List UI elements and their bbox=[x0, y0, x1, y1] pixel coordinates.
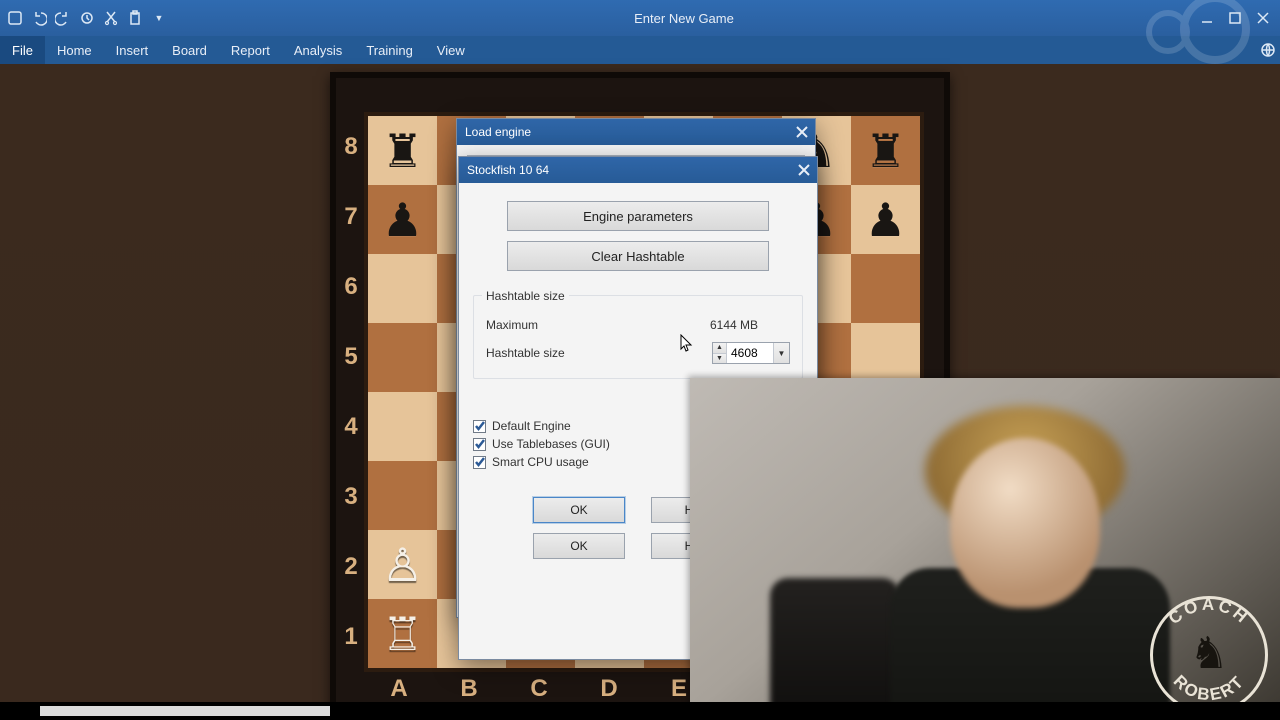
ok-button-outer[interactable]: OK bbox=[533, 533, 625, 559]
ok-button-inner[interactable]: OK bbox=[533, 497, 625, 523]
quick-access-toolbar: ▼ bbox=[0, 9, 168, 27]
dialog-load-title[interactable]: Load engine bbox=[457, 119, 815, 145]
menubar: File Home Insert Board Report Analysis T… bbox=[0, 36, 1280, 64]
hashtable-size-spinner[interactable]: ▲▼ ▼ bbox=[712, 342, 790, 364]
use-tablebases-label: Use Tablebases (GUI) bbox=[492, 437, 610, 451]
window-controls bbox=[1200, 11, 1280, 25]
menu-analysis[interactable]: Analysis bbox=[282, 36, 354, 64]
titlebar: ▼ Enter New Game bbox=[0, 0, 1280, 36]
rank-1: 1 bbox=[342, 602, 360, 672]
menu-insert[interactable]: Insert bbox=[104, 36, 161, 64]
menu-file[interactable]: File bbox=[0, 36, 45, 64]
svg-text:COACH: COACH bbox=[1165, 596, 1253, 628]
maximize-button[interactable] bbox=[1228, 11, 1242, 25]
maximum-label: Maximum bbox=[486, 318, 710, 332]
minimize-button[interactable] bbox=[1200, 11, 1214, 25]
window-title: Enter New Game bbox=[168, 11, 1200, 26]
rank-3: 3 bbox=[342, 462, 360, 532]
rank-labels: 8 7 6 5 4 3 2 1 bbox=[342, 112, 360, 672]
rank-8: 8 bbox=[342, 112, 360, 182]
dialog-engine-title-text: Stockfish 10 64 bbox=[467, 163, 549, 177]
file-a: A bbox=[364, 674, 434, 704]
hashtable-size-dropdown-icon[interactable]: ▼ bbox=[773, 343, 789, 363]
menu-report[interactable]: Report bbox=[219, 36, 282, 64]
rank-5: 5 bbox=[342, 322, 360, 392]
dialog-load-close-icon[interactable] bbox=[793, 123, 811, 141]
hashtable-group: Hashtable size Maximum 6144 MB Hashtable… bbox=[473, 295, 803, 379]
default-engine-label: Default Engine bbox=[492, 419, 571, 433]
smart-cpu-label: Smart CPU usage bbox=[492, 455, 589, 469]
dialog-engine-close-icon[interactable] bbox=[795, 161, 813, 179]
coach-badge: COACH ROBERT ♞ bbox=[1150, 596, 1268, 714]
rank-7: 7 bbox=[342, 182, 360, 252]
hashtable-size-label: Hashtable size bbox=[486, 346, 712, 360]
rank-4: 4 bbox=[342, 392, 360, 462]
help-globe-icon[interactable] bbox=[1256, 36, 1280, 64]
qat-dropdown-icon[interactable]: ▼ bbox=[150, 9, 168, 27]
file-c: C bbox=[504, 674, 574, 704]
app-menu-icon[interactable] bbox=[78, 9, 96, 27]
badge-top-text: COACH bbox=[1165, 596, 1253, 628]
webcam-overlay: COACH ROBERT ♞ bbox=[690, 378, 1280, 720]
undo-icon[interactable] bbox=[30, 9, 48, 27]
paste-icon[interactable] bbox=[126, 9, 144, 27]
menu-training[interactable]: Training bbox=[354, 36, 424, 64]
menu-home[interactable]: Home bbox=[45, 36, 104, 64]
file-d: D bbox=[574, 674, 644, 704]
menu-view[interactable]: View bbox=[425, 36, 477, 64]
app-logo-icon[interactable] bbox=[6, 9, 24, 27]
close-button[interactable] bbox=[1256, 11, 1270, 25]
cut-icon[interactable] bbox=[102, 9, 120, 27]
dialog-engine-title[interactable]: Stockfish 10 64 bbox=[459, 157, 817, 183]
knight-icon: ♞ bbox=[1189, 628, 1228, 679]
maximum-value: 6144 MB bbox=[710, 318, 790, 332]
spin-up-icon[interactable]: ▲ bbox=[713, 343, 726, 354]
spin-down-icon[interactable]: ▼ bbox=[713, 354, 726, 364]
taskbar[interactable] bbox=[0, 702, 1280, 720]
rank-2: 2 bbox=[342, 532, 360, 602]
rank-6: 6 bbox=[342, 252, 360, 322]
hashtable-group-title: Hashtable size bbox=[482, 289, 569, 303]
taskbar-item[interactable] bbox=[40, 706, 330, 716]
file-b: B bbox=[434, 674, 504, 704]
workspace: 8 7 6 5 4 3 2 1 ♜♞♝♛♚♝♞♜♟♟♟♟♟♟♟♟♙♙♙♙♙♙♙♙… bbox=[0, 64, 1280, 720]
menu-board[interactable]: Board bbox=[160, 36, 219, 64]
redo-icon[interactable] bbox=[54, 9, 72, 27]
clear-hashtable-button[interactable]: Clear Hashtable bbox=[507, 241, 769, 271]
engine-parameters-button[interactable]: Engine parameters bbox=[507, 201, 769, 231]
hashtable-size-input[interactable] bbox=[727, 343, 773, 363]
dialog-load-title-text: Load engine bbox=[465, 125, 531, 139]
